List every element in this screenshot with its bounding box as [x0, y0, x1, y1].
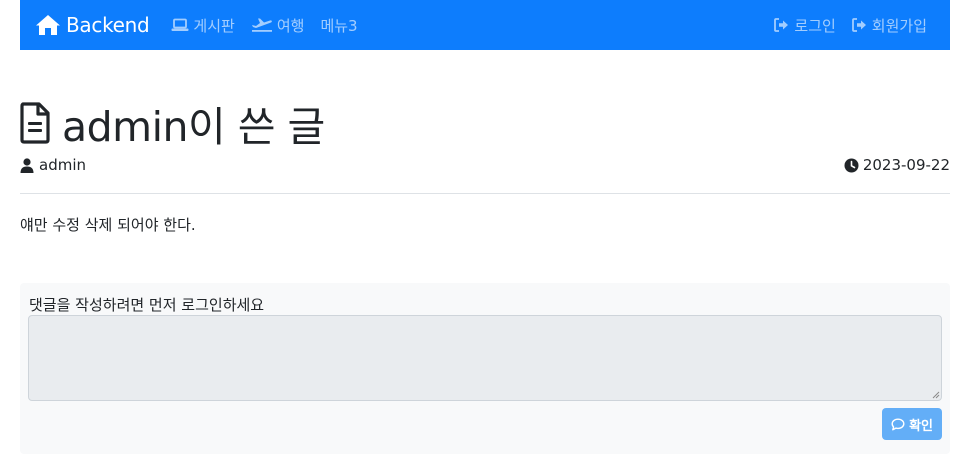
nav-item-menu3[interactable]: 메뉴3 — [320, 15, 357, 36]
laptop-icon — [171, 18, 189, 31]
comment-form: 댓글을 작성하려면 먼저 로그인하세요 확인 — [20, 283, 950, 454]
sign-in-icon — [774, 18, 789, 32]
nav-item-board[interactable]: 게시판 — [171, 15, 235, 36]
nav-item-label: 여행 — [276, 16, 305, 35]
nav-item-label: 메뉴3 — [320, 16, 358, 35]
confirm-button[interactable]: 확인 — [882, 408, 942, 440]
post-author: admin — [20, 156, 86, 174]
home-icon — [36, 15, 60, 35]
user-icon — [20, 157, 34, 173]
nav-item-label: 게시판 — [193, 16, 235, 35]
nav-item-travel[interactable]: 여행 — [251, 15, 305, 36]
nav-item-signup[interactable]: 회원가입 — [851, 15, 927, 36]
brand-link[interactable]: Backend — [35, 13, 150, 37]
post-date: 2023-09-22 — [844, 156, 950, 174]
date-value: 2023-09-22 — [862, 156, 950, 174]
post-title-block: admin이 쓴 글 — [20, 98, 325, 151]
nav-right-menu: 로그인 회원가입 — [758, 15, 927, 36]
divider — [20, 193, 950, 194]
plane-icon — [251, 18, 272, 32]
file-text-icon — [20, 102, 50, 144]
sign-in-icon — [851, 18, 866, 32]
post-body: 얘만 수정 삭제 되어야 한다. — [20, 216, 196, 234]
nav-item-label: 회원가입 — [871, 16, 927, 35]
comment-textarea[interactable] — [28, 315, 942, 401]
page-title: admin이 쓴 글 — [62, 103, 325, 151]
top-navbar: Backend 게시판 여행 메뉴3 로그인 회원가입 — [20, 0, 950, 50]
nav-left-menu: 게시판 여행 메뉴3 — [171, 15, 373, 36]
chat-bubble-icon — [891, 418, 905, 430]
brand-label: Backend — [66, 13, 150, 37]
confirm-button-label: 확인 — [909, 418, 933, 434]
nav-item-login[interactable]: 로그인 — [774, 15, 836, 36]
clock-icon — [844, 158, 859, 172]
comment-label: 댓글을 작성하려면 먼저 로그인하세요 — [29, 296, 265, 314]
author-name: admin — [39, 156, 86, 174]
nav-item-label: 로그인 — [794, 16, 836, 35]
resize-grip-icon[interactable] — [931, 390, 940, 399]
